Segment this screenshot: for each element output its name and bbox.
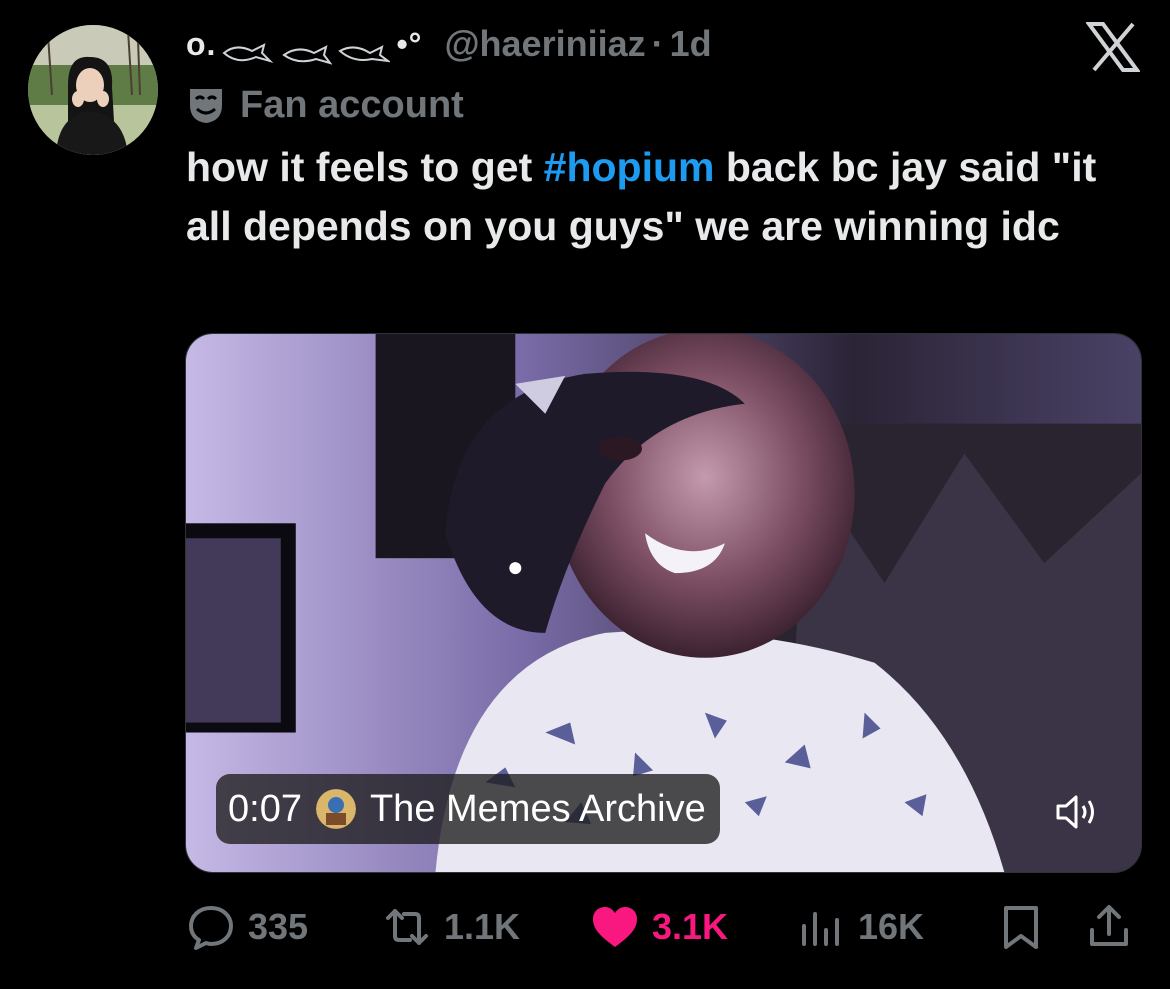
retweet-icon [386, 909, 428, 945]
author-avatar[interactable] [28, 25, 158, 155]
reply-button[interactable]: 335 [186, 895, 308, 959]
source-avatar-icon [315, 789, 356, 829]
author-handle[interactable]: @haeriniiaz [444, 23, 645, 65]
tweet-text: how it feels to get #hopium back bc jay … [186, 138, 1146, 256]
like-button[interactable]: 3.1K [590, 895, 728, 959]
heart-icon [593, 907, 637, 947]
views-icon [802, 912, 839, 946]
fish-icon [338, 32, 393, 63]
share-icon [1090, 905, 1128, 946]
action-bar: 335 1.1K 3.1K 16K [186, 895, 1142, 959]
account-label-text: Fan account [240, 83, 464, 126]
fish-icon [280, 32, 334, 65]
speaker-icon[interactable] [1054, 792, 1100, 832]
views-button[interactable]: 16K [796, 895, 924, 959]
reply-icon [189, 906, 233, 950]
separator-dot: · [651, 23, 664, 64]
like-count: 3.1K [652, 906, 729, 947]
hashtag-link[interactable]: #hopium [544, 144, 715, 190]
x-logo-icon[interactable] [1085, 22, 1141, 72]
bookmark-icon [1004, 906, 1038, 949]
video-info-pill: 0:07 The Memes Archive [216, 774, 720, 844]
theater-mask-icon [186, 85, 226, 125]
reply-count: 335 [248, 906, 309, 947]
display-name[interactable]: o. •° [186, 25, 423, 65]
bookmark-button[interactable] [996, 895, 1046, 959]
display-name-prefix: o. [186, 25, 217, 62]
tweet[interactable]: o. •° @haeriniiaz · 1d Fan account how i… [0, 0, 1170, 989]
tweet-header: o. •° @haeriniiaz · 1d [186, 20, 712, 68]
fish-icon [222, 32, 274, 64]
timestamp[interactable]: 1d [670, 23, 712, 65]
display-name-suffix: •° [396, 25, 423, 62]
tweet-text-before: how it feels to get [186, 144, 544, 190]
account-label[interactable]: Fan account [186, 80, 464, 130]
share-button[interactable] [1084, 895, 1134, 959]
profile-photo-icon [28, 25, 158, 155]
retweet-button[interactable]: 1.1K [382, 895, 520, 959]
video-player[interactable]: 0:07 The Memes Archive [185, 333, 1142, 873]
retweet-count: 1.1K [444, 906, 521, 947]
video-source-name[interactable]: The Memes Archive [370, 788, 706, 831]
video-duration: 0:07 [228, 787, 302, 830]
views-count: 16K [858, 906, 925, 947]
